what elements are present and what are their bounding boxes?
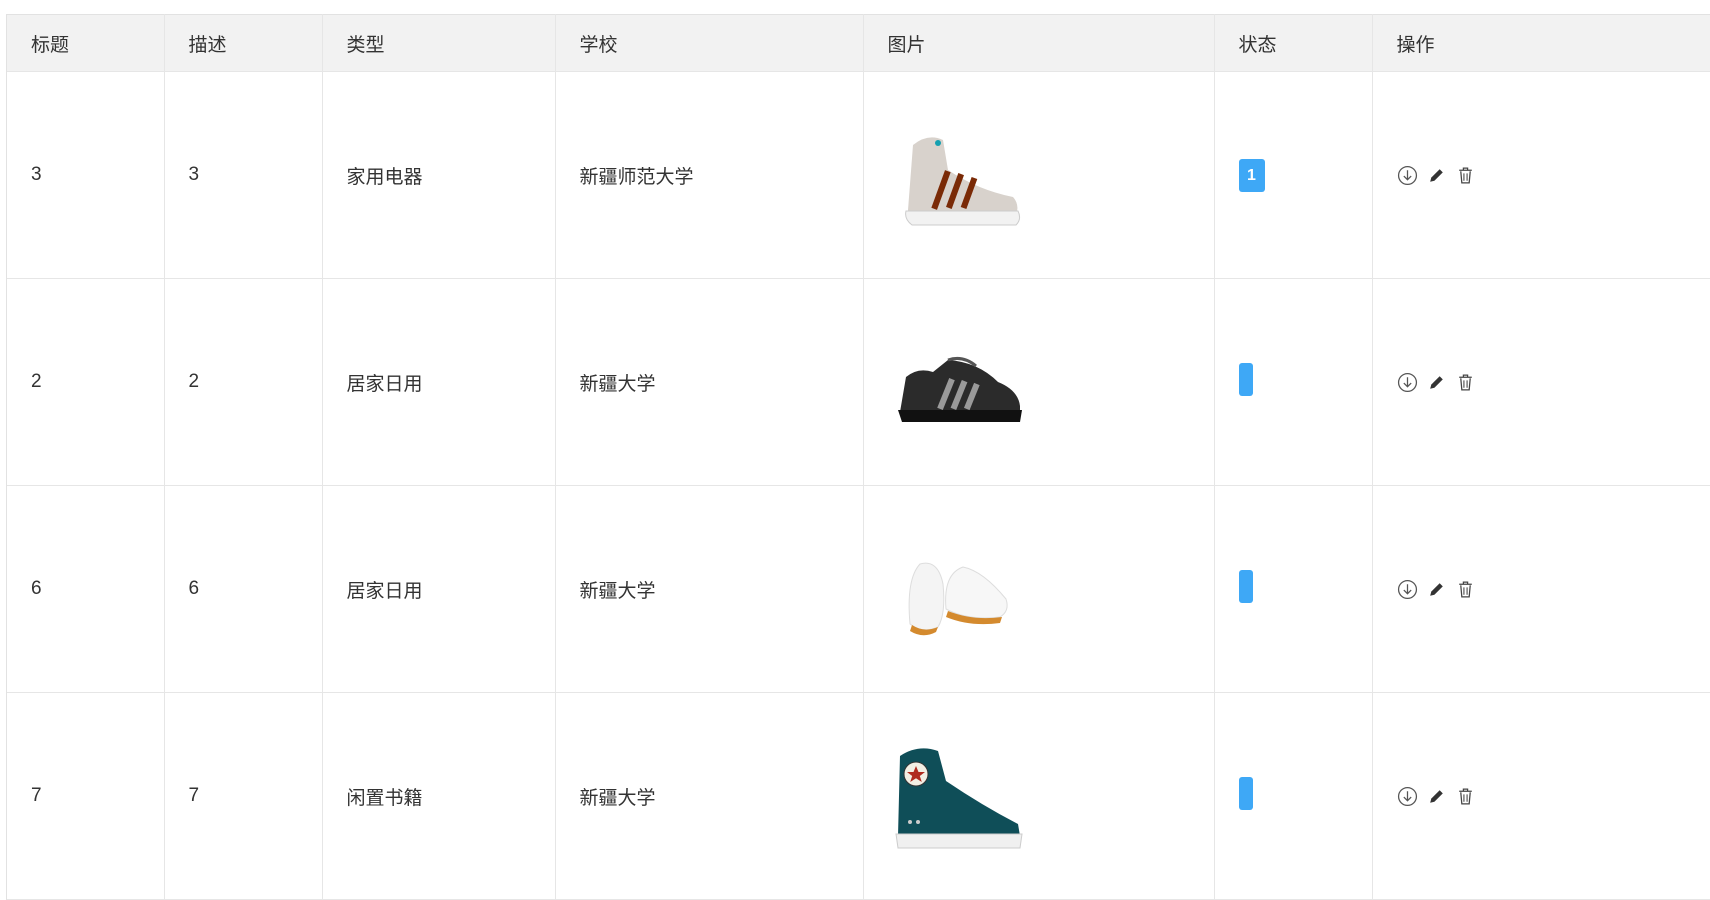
status-badge [1238, 569, 1253, 603]
cell-actions [1372, 278, 1710, 486]
cell-school: 新疆师范大学 [555, 71, 864, 279]
cell-image [863, 485, 1215, 693]
trash-icon[interactable] [1455, 372, 1476, 393]
cell-type: 家用电器 [322, 71, 556, 279]
cell-title: 7 [7, 692, 165, 900]
trash-icon[interactable] [1455, 579, 1476, 600]
cell-school: 新疆大学 [555, 278, 864, 486]
cell-actions [1372, 71, 1710, 279]
column-header-desc: 描述 [164, 14, 323, 72]
cell-status [1214, 692, 1373, 900]
download-icon[interactable] [1397, 786, 1418, 807]
cell-status [1214, 485, 1373, 693]
table-row: 3 3 家用电器 新疆师范大学 1 [7, 71, 1710, 279]
shoe-white-mary-jane-image [908, 562, 1008, 636]
edit-icon[interactable] [1426, 372, 1447, 393]
cell-image [863, 278, 1215, 486]
cell-actions [1372, 485, 1710, 693]
status-badge: 1 [1238, 158, 1265, 192]
cell-type: 居家日用 [322, 485, 556, 693]
shoe-teal-high-top-image [894, 748, 1023, 849]
cell-title: 6 [7, 485, 165, 693]
cell-desc: 6 [164, 485, 323, 693]
column-header-title: 标题 [7, 14, 165, 72]
cell-actions [1372, 692, 1710, 900]
download-icon[interactable] [1397, 165, 1418, 186]
edit-icon[interactable] [1426, 165, 1447, 186]
column-header-actions: 操作 [1372, 14, 1710, 72]
cell-type: 居家日用 [322, 278, 556, 486]
column-header-type: 类型 [322, 14, 556, 72]
status-badge [1238, 776, 1253, 810]
cell-image [863, 71, 1215, 279]
cell-desc: 2 [164, 278, 323, 486]
column-header-image: 图片 [863, 14, 1215, 72]
edit-icon[interactable] [1426, 579, 1447, 600]
cell-school: 新疆大学 [555, 692, 864, 900]
table-row: 6 6 居家日用 新疆大学 [7, 485, 1710, 693]
cell-title: 3 [7, 71, 165, 279]
trash-icon[interactable] [1455, 165, 1476, 186]
column-header-status: 状态 [1214, 14, 1373, 72]
cell-status [1214, 278, 1373, 486]
cell-title: 2 [7, 278, 165, 486]
trash-icon[interactable] [1455, 786, 1476, 807]
status-badge [1238, 362, 1253, 396]
cell-desc: 7 [164, 692, 323, 900]
cell-image [863, 692, 1215, 900]
data-table: 标题 描述 类型 学校 图片 状态 操作 3 3 家用电器 新疆师范大学 1 2… [6, 14, 1710, 900]
table-header-row: 标题 描述 类型 学校 图片 状态 操作 [7, 14, 1710, 72]
cell-desc: 3 [164, 71, 323, 279]
table-row: 2 2 居家日用 新疆大学 [7, 278, 1710, 486]
cell-type: 闲置书籍 [322, 692, 556, 900]
download-icon[interactable] [1397, 372, 1418, 393]
shoe-black-stripes-image [897, 357, 1022, 422]
shoe-high-top-grey-image [904, 137, 1020, 226]
cell-status: 1 [1214, 71, 1373, 279]
cell-school: 新疆大学 [555, 485, 864, 693]
table-row: 7 7 闲置书籍 新疆大学 [7, 692, 1710, 900]
edit-icon[interactable] [1426, 786, 1447, 807]
download-icon[interactable] [1397, 579, 1418, 600]
column-header-school: 学校 [555, 14, 864, 72]
